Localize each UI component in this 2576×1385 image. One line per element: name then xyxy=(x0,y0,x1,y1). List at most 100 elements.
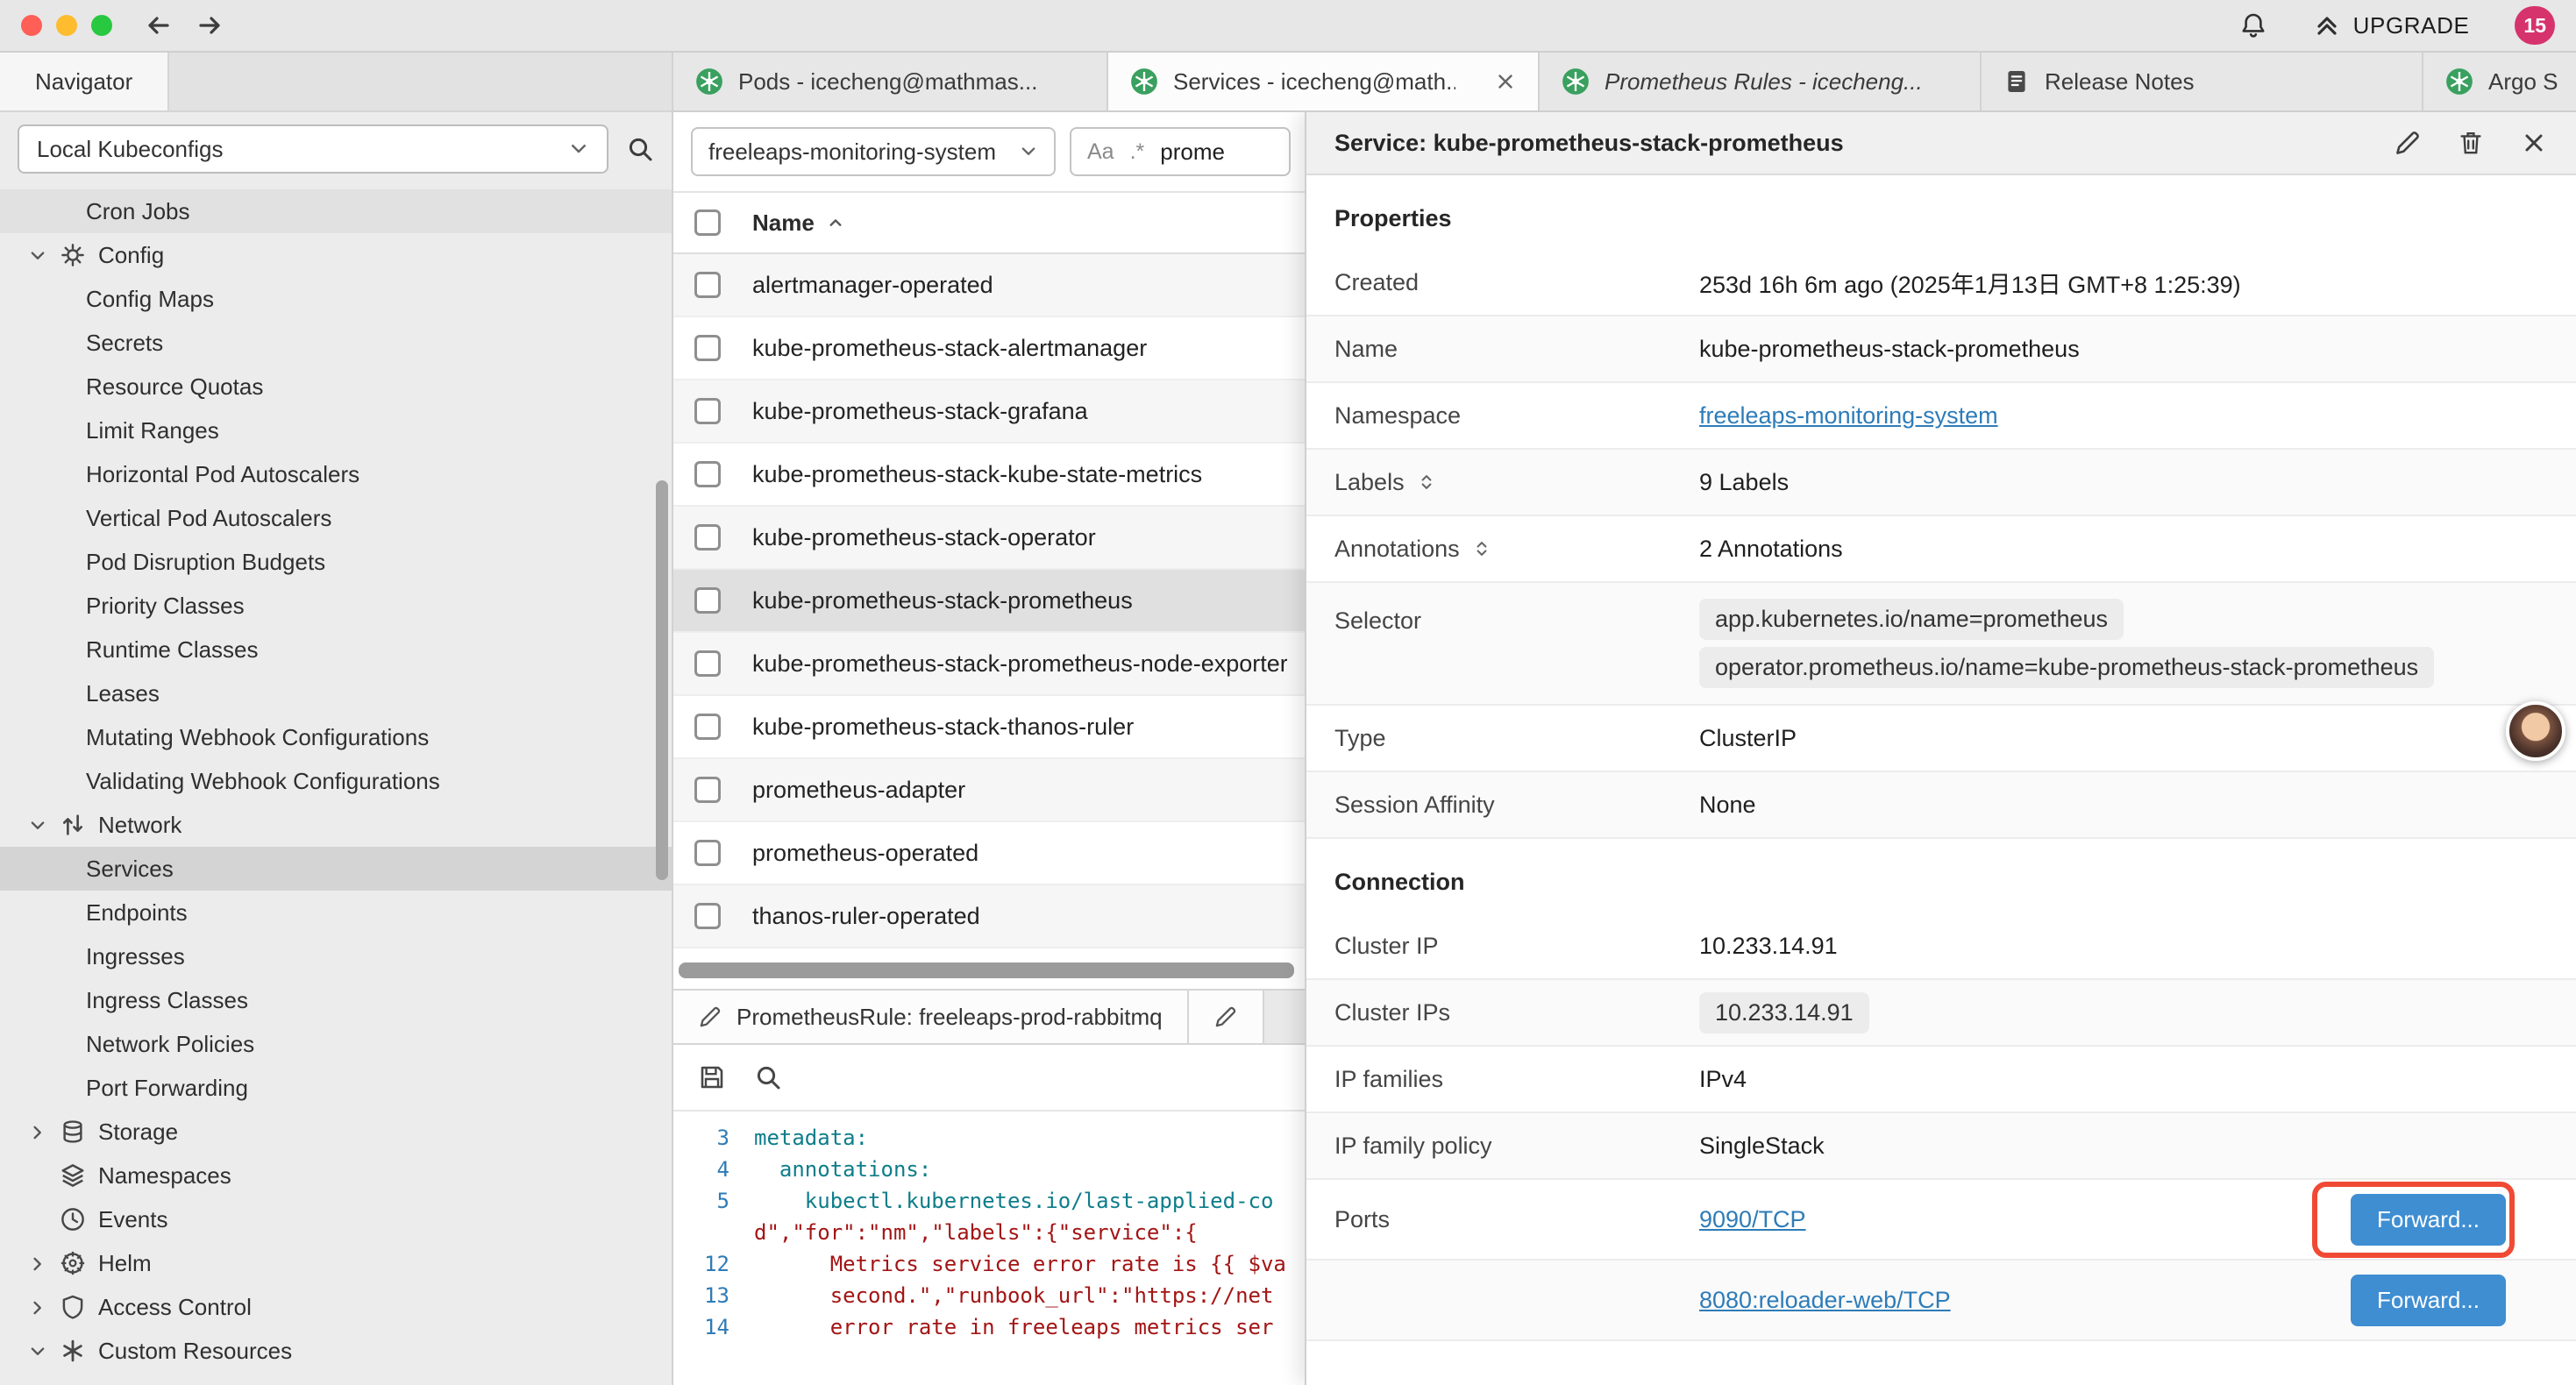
forward-button[interactable] xyxy=(189,4,231,46)
sidebar-item[interactable]: Namespaces xyxy=(0,1154,672,1197)
sidebar-item[interactable]: Pod Disruption Budgets xyxy=(0,540,672,584)
sidebar-item[interactable]: Limit Ranges xyxy=(0,408,672,452)
sidebar-item[interactable]: Storage xyxy=(0,1110,672,1154)
sidebar-item[interactable]: Config xyxy=(0,233,672,277)
sidebar-item[interactable]: Ingresses xyxy=(0,934,672,978)
row-checkbox[interactable] xyxy=(694,272,721,298)
sidebar-item[interactable]: Network xyxy=(0,803,672,847)
sidebar-item[interactable]: Secrets xyxy=(0,321,672,365)
table-row[interactable]: kube-prometheus-stack-thanos-ruler xyxy=(673,696,1308,759)
delete-button[interactable] xyxy=(2457,129,2485,157)
editor-tab-prometheusrule[interactable]: PrometheusRule: freeleaps-prod-rabbitmq xyxy=(673,991,1189,1043)
navigator-panel-tab[interactable]: Navigator xyxy=(0,53,169,110)
tree-chevron-slot xyxy=(28,1296,58,1318)
namespace-filter-dropdown[interactable]: freeleaps-monitoring-system xyxy=(691,127,1056,176)
table-row[interactable]: kube-prometheus-stack-prometheus-node-ex… xyxy=(673,633,1308,696)
sidebar-item[interactable]: Resource Quotas xyxy=(0,365,672,408)
right-column: Pods - icecheng@mathmas... Services - ic… xyxy=(673,53,2576,1385)
tab-close-icon[interactable] xyxy=(1494,70,1517,93)
upgrade-button[interactable]: UPGRADE xyxy=(2313,11,2470,39)
sidebar-item[interactable]: Helm xyxy=(0,1241,672,1285)
sidebar-item[interactable]: Cron Jobs xyxy=(0,189,672,233)
row-checkbox[interactable] xyxy=(694,335,721,361)
window-zoom-button[interactable] xyxy=(91,15,112,36)
sidebar-scrollbar[interactable] xyxy=(656,480,668,880)
sidebar-item[interactable]: Services xyxy=(0,847,672,891)
horizontal-scrollbar-thumb[interactable] xyxy=(679,962,1294,978)
row-checkbox[interactable] xyxy=(694,714,721,740)
table-row[interactable]: kube-prometheus-stack-prometheus xyxy=(673,570,1308,633)
row-checkbox[interactable] xyxy=(694,524,721,550)
editor-tab-clipped[interactable] xyxy=(1189,991,1264,1043)
tab-prometheus-rules[interactable]: Prometheus Rules - icecheng... xyxy=(1540,53,1982,110)
sidebar-item[interactable]: Vertical Pod Autoscalers xyxy=(0,496,672,540)
row-value: 9090/TCP Forward... xyxy=(1699,1194,2548,1246)
sidebar-item[interactable]: Mutating Webhook Configurations xyxy=(0,715,672,759)
select-all-checkbox[interactable] xyxy=(694,210,721,236)
table-row[interactable]: kube-prometheus-stack-alertmanager xyxy=(673,317,1308,380)
save-button[interactable] xyxy=(698,1063,726,1091)
sidebar-item[interactable]: Port Forwarding xyxy=(0,1066,672,1110)
yaml-editor[interactable]: 3metadata: 4 annotations: 5 kubectl.kube… xyxy=(673,1112,1308,1385)
table-row[interactable]: kube-prometheus-stack-grafana xyxy=(673,380,1308,444)
table-header: Name xyxy=(673,193,1308,254)
editor-search-button[interactable] xyxy=(754,1063,782,1091)
sidebar-item[interactable]: Access Control xyxy=(0,1285,672,1329)
window-close-button[interactable] xyxy=(21,15,42,36)
row-checkbox[interactable] xyxy=(694,587,721,614)
editor-line: 4 annotations: xyxy=(673,1154,1308,1185)
namespace-link[interactable]: freeleaps-monitoring-system xyxy=(1699,402,1998,429)
sidebar-item[interactable]: Config Maps xyxy=(0,277,672,321)
tab-services[interactable]: Services - icecheng@math... xyxy=(1108,53,1540,110)
port-forward-button[interactable]: Forward... xyxy=(2351,1275,2506,1326)
sidebar-item[interactable]: Endpoints xyxy=(0,891,672,934)
table-row[interactable]: alertmanager-operated xyxy=(673,254,1308,317)
table-row[interactable]: prometheus-adapter xyxy=(673,759,1308,822)
regex-toggle[interactable]: .* xyxy=(1130,139,1145,165)
sidebar-item[interactable]: Ingress Classes xyxy=(0,978,672,1022)
expand-collapse-icon[interactable] xyxy=(1472,539,1491,558)
sidebar-item[interactable]: Priority Classes xyxy=(0,584,672,628)
port-forward-button[interactable]: Forward... xyxy=(2351,1194,2506,1246)
sidebar-item[interactable]: Validating Webhook Configurations xyxy=(0,759,672,803)
row-checkbox[interactable] xyxy=(694,903,721,929)
back-button[interactable] xyxy=(137,4,179,46)
port-link[interactable]: 8080:reloader-web/TCP xyxy=(1699,1287,1951,1314)
table-row[interactable]: thanos-ruler-operated xyxy=(673,885,1308,948)
row-checkbox[interactable] xyxy=(694,840,721,866)
sidebar-item[interactable]: Leases xyxy=(0,671,672,715)
table-row[interactable]: kube-prometheus-stack-kube-state-metrics xyxy=(673,444,1308,507)
sidebar-item[interactable]: Network Policies xyxy=(0,1022,672,1066)
tab-release-notes[interactable]: Release Notes xyxy=(1982,53,2423,110)
sidebar-search-button[interactable] xyxy=(626,135,654,163)
tab-argo[interactable]: Argo S xyxy=(2423,53,2576,110)
window-minimize-button[interactable] xyxy=(56,15,77,36)
expand-collapse-icon[interactable] xyxy=(1417,472,1436,492)
kubeconfig-selector[interactable]: Local Kubeconfigs xyxy=(18,124,608,174)
row-checkbox[interactable] xyxy=(694,461,721,487)
close-drawer-button[interactable] xyxy=(2520,129,2548,157)
sidebar-item[interactable]: Custom Resources xyxy=(0,1329,672,1373)
table-row[interactable]: kube-prometheus-stack-operator xyxy=(673,507,1308,570)
name-column-header[interactable]: Name xyxy=(752,210,815,237)
port-link[interactable]: 9090/TCP xyxy=(1699,1206,1806,1233)
sidebar-item[interactable]: Horizontal Pod Autoscalers xyxy=(0,452,672,496)
table-row[interactable]: prometheus-operated xyxy=(673,822,1308,885)
match-case-toggle[interactable]: Aa xyxy=(1087,139,1114,165)
sidebar-item[interactable]: Events xyxy=(0,1197,672,1241)
tab-pods[interactable]: Pods - icecheng@mathmas... xyxy=(673,53,1108,110)
notification-count-badge[interactable]: 15 xyxy=(2515,6,2555,45)
sort-ascending-icon[interactable] xyxy=(825,212,846,233)
lens-app-window: UPGRADE 15 Navigator Local Kubeconfigs xyxy=(0,0,2576,1385)
sidebar-item[interactable]: Definitions xyxy=(0,1373,672,1385)
row-checkbox[interactable] xyxy=(694,650,721,677)
row-checkbox[interactable] xyxy=(694,398,721,424)
search-input[interactable] xyxy=(1160,138,1273,166)
row-label: Ports xyxy=(1334,1206,1699,1233)
row-checkbox[interactable] xyxy=(694,777,721,803)
user-avatar[interactable] xyxy=(2506,701,2565,761)
sidebar-item[interactable]: Runtime Classes xyxy=(0,628,672,671)
edit-button[interactable] xyxy=(2394,129,2422,157)
notifications-button[interactable] xyxy=(2232,4,2274,46)
row-label: Namespace xyxy=(1334,402,1699,430)
